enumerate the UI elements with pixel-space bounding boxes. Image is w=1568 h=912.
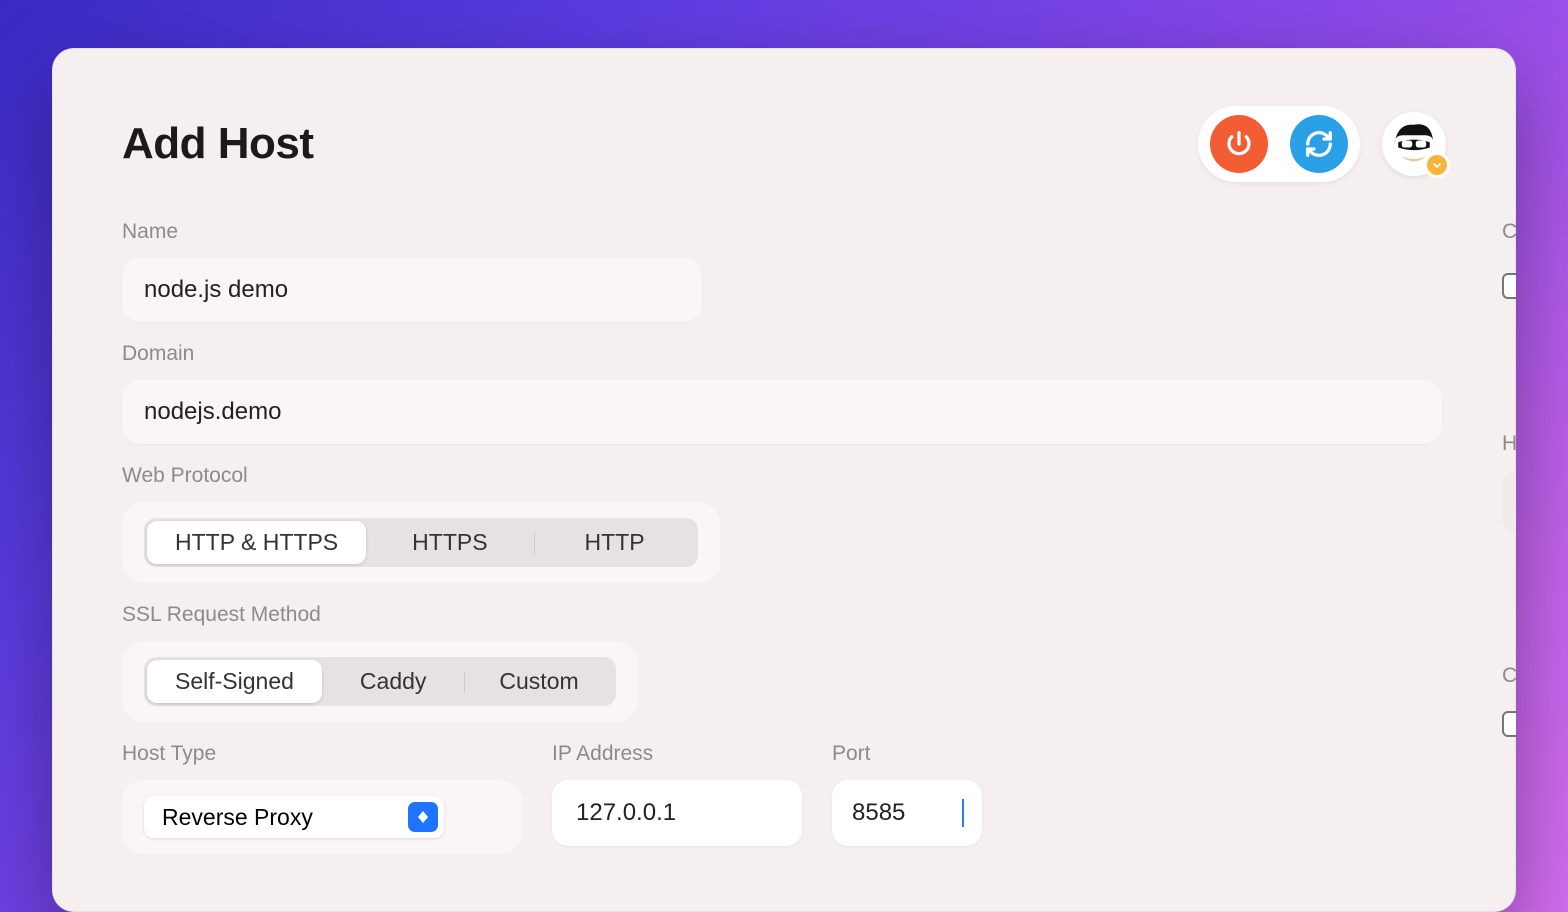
add-host-window: Add Host: [52, 48, 1516, 912]
web-protocol-option-https[interactable]: HTTPS: [366, 521, 533, 564]
ssl-option-self-signed[interactable]: Self-Signed: [147, 660, 322, 703]
web-protocol-segment: HTTP & HTTPS HTTPS HTTP: [144, 518, 698, 567]
host-type-select-wrap: Reverse Proxy: [122, 780, 522, 854]
spacer: [1502, 320, 1516, 432]
form-grid: Name Domain Web Protocol HTTP & HTTPS HT…: [122, 220, 1446, 854]
refresh-icon: [1304, 129, 1334, 159]
header-actions: [1198, 106, 1446, 182]
ssl-option-custom[interactable]: Custom: [465, 660, 612, 703]
custom-reverse-row: Custom Reverse Proxy: [1502, 710, 1516, 738]
custom-reverse-block: Custom Custom Reverse Proxy: [1502, 664, 1516, 738]
name-label: Name: [122, 220, 1442, 244]
ports-block: HTTP Port HTTPS Port: [1502, 432, 1516, 534]
custom-reverse-section-label: Custom: [1502, 664, 1516, 688]
port-input[interactable]: [832, 780, 982, 846]
web-protocol-segment-outer: HTTP & HTTPS HTTPS HTTP: [122, 502, 720, 583]
host-type-label: Host Type: [122, 742, 522, 766]
avatar-badge: [1424, 152, 1450, 178]
ports-row: HTTP Port HTTPS Port: [1502, 432, 1516, 534]
custom-config-row: Custom Configuration: [1502, 272, 1516, 300]
ssl-method-label: SSL Request Method: [122, 603, 1442, 627]
right-column: Custom Custom Configuration HTTP Port HT…: [1502, 220, 1516, 854]
chevron-down-icon: [1431, 159, 1443, 171]
custom-config-checkbox[interactable]: [1502, 273, 1516, 299]
left-column: Name Domain Web Protocol HTTP & HTTPS HT…: [122, 220, 1442, 854]
domain-label: Domain: [122, 342, 1516, 366]
ip-block: IP Address: [552, 742, 802, 854]
host-type-value: Reverse Proxy: [162, 804, 313, 831]
web-protocol-option-http[interactable]: HTTP: [535, 521, 695, 564]
web-protocol-label: Web Protocol: [122, 464, 1442, 488]
name-field-block: Name: [122, 220, 1442, 322]
ip-input[interactable]: [552, 780, 802, 846]
host-type-select[interactable]: Reverse Proxy: [144, 796, 444, 838]
domain-input[interactable]: [122, 380, 1442, 444]
power-icon: [1224, 129, 1254, 159]
http-port-label: HTTP Port: [1502, 432, 1516, 456]
port-input-wrap: [832, 780, 982, 846]
ssl-method-segment: Self-Signed Caddy Custom: [144, 657, 616, 706]
host-type-block: Host Type Reverse Proxy: [122, 742, 522, 854]
ssl-method-block: SSL Request Method Self-Signed Caddy Cus…: [122, 603, 1442, 722]
ssl-option-caddy[interactable]: Caddy: [322, 660, 464, 703]
web-protocol-block: Web Protocol HTTP & HTTPS HTTPS HTTP: [122, 464, 1442, 583]
http-port-input[interactable]: [1502, 470, 1516, 534]
custom-config-block: Custom Custom Configuration: [1502, 220, 1516, 300]
avatar-container[interactable]: [1382, 112, 1446, 176]
refresh-button[interactable]: [1290, 115, 1348, 173]
power-button[interactable]: [1210, 115, 1268, 173]
header: Add Host: [122, 106, 1446, 182]
domain-field-block: Domain: [122, 342, 1516, 444]
ssl-method-segment-outer: Self-Signed Caddy Custom: [122, 641, 638, 722]
custom-reverse-checkbox[interactable]: [1502, 711, 1516, 737]
web-protocol-option-both[interactable]: HTTP & HTTPS: [147, 521, 366, 564]
http-port-col: HTTP Port: [1502, 432, 1516, 534]
spacer: [1502, 554, 1516, 664]
port-block: Port: [832, 742, 982, 854]
ip-label: IP Address: [552, 742, 802, 766]
page-title: Add Host: [122, 119, 314, 169]
select-arrows-icon: [408, 802, 438, 832]
port-label: Port: [832, 742, 982, 766]
name-input[interactable]: [122, 258, 702, 322]
custom-config-section-label: Custom: [1502, 220, 1516, 244]
host-row: Host Type Reverse Proxy IP Address: [122, 742, 1442, 854]
action-pill: [1198, 106, 1360, 182]
